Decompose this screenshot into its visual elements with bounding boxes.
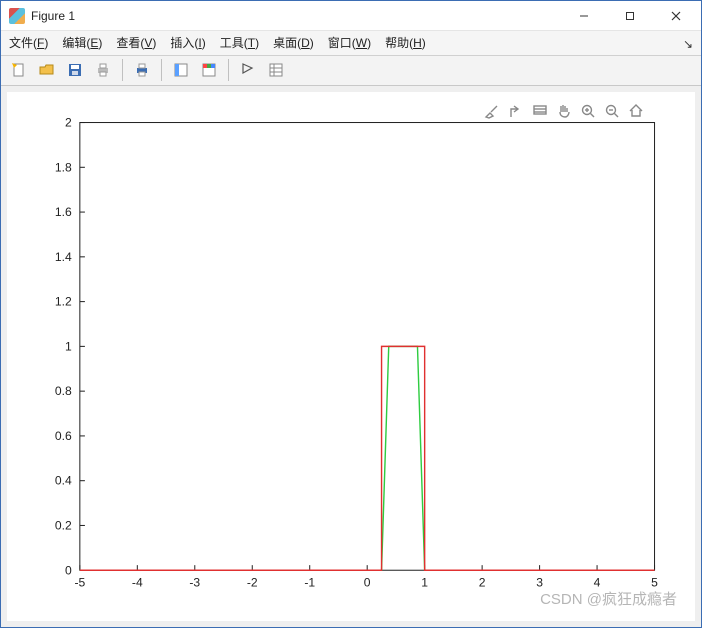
svg-text:1.4: 1.4 bbox=[55, 250, 72, 264]
new-figure-button[interactable] bbox=[7, 58, 31, 82]
svg-text:-2: -2 bbox=[247, 575, 258, 589]
svg-text:-4: -4 bbox=[132, 575, 143, 589]
insert-table-button[interactable] bbox=[264, 58, 288, 82]
svg-text:1: 1 bbox=[65, 339, 72, 353]
menubar: 文件(F) 编辑(E) 查看(V) 插入(I) 工具(T) 桌面(D) 窗口(W) 帮助(H)… bbox=[1, 31, 701, 56]
edit-plot-button[interactable] bbox=[236, 58, 260, 82]
minimize-button[interactable] bbox=[561, 1, 607, 31]
menu-f[interactable]: 文件(F) bbox=[9, 34, 48, 51]
open-button[interactable] bbox=[35, 58, 59, 82]
svg-text:2: 2 bbox=[65, 115, 72, 129]
matlab-icon bbox=[9, 8, 25, 24]
print-button[interactable] bbox=[91, 58, 115, 82]
menu-d[interactable]: 桌面(D) bbox=[273, 34, 314, 51]
save-button[interactable] bbox=[63, 58, 87, 82]
menu-v[interactable]: 查看(V) bbox=[116, 34, 156, 51]
svg-text:4: 4 bbox=[594, 575, 601, 589]
pan-icon[interactable] bbox=[555, 102, 573, 120]
svg-text:1.6: 1.6 bbox=[55, 205, 72, 219]
close-button[interactable] bbox=[653, 1, 699, 31]
print-preview-button[interactable] bbox=[130, 58, 154, 82]
svg-text:0: 0 bbox=[364, 575, 371, 589]
figure-window: Figure 1 文件(F) 编辑(E) 查看(V) 插入(I) 工具(T) 桌面(D) 窗… bbox=[0, 0, 702, 628]
menu-h[interactable]: 帮助(H) bbox=[385, 34, 426, 51]
axes-toolbar bbox=[483, 102, 645, 120]
window-controls bbox=[561, 1, 699, 31]
menu-t[interactable]: 工具(T) bbox=[220, 34, 259, 51]
brush-icon[interactable] bbox=[483, 102, 501, 120]
titlebar: Figure 1 bbox=[1, 1, 701, 31]
figure-canvas: -5 -4 -3 -2 -1 0 1 2 3 4 5 0 0.2 0.4 0.6 0.8 1 1.2 1.4 1.6 1… bbox=[7, 92, 695, 621]
link-data-button[interactable] bbox=[169, 58, 193, 82]
home-icon[interactable] bbox=[627, 102, 645, 120]
svg-text:-1: -1 bbox=[304, 575, 315, 589]
colorbar-button[interactable] bbox=[197, 58, 221, 82]
svg-text:1.8: 1.8 bbox=[55, 160, 72, 174]
axes[interactable]: -5 -4 -3 -2 -1 0 1 2 3 4 5 0 0.2 0.4 0.6 0.8 1 1.2 1.4 1.6 1… bbox=[7, 92, 695, 621]
menu-e[interactable]: 编辑(E) bbox=[62, 34, 102, 51]
svg-text:1.2: 1.2 bbox=[55, 295, 72, 309]
menu-i[interactable]: 插入(I) bbox=[170, 34, 205, 51]
svg-text:-3: -3 bbox=[189, 575, 200, 589]
svg-text:0.2: 0.2 bbox=[55, 518, 72, 532]
maximize-button[interactable] bbox=[607, 1, 653, 31]
svg-text:0.4: 0.4 bbox=[55, 474, 72, 488]
svg-text:5: 5 bbox=[651, 575, 658, 589]
figure-canvas-wrap: -5 -4 -3 -2 -1 0 1 2 3 4 5 0 0.2 0.4 0.6 0.8 1 1.2 1.4 1.6 1… bbox=[1, 86, 701, 627]
svg-text:2: 2 bbox=[479, 575, 486, 589]
menu-w[interactable]: 窗口(W) bbox=[328, 34, 371, 51]
data-tips-icon[interactable] bbox=[531, 102, 549, 120]
toolbar bbox=[1, 56, 701, 86]
svg-text:-5: -5 bbox=[74, 575, 85, 589]
svg-text:0.6: 0.6 bbox=[55, 429, 72, 443]
svg-text:1: 1 bbox=[421, 575, 428, 589]
rotate-icon[interactable] bbox=[507, 102, 525, 120]
svg-text:0.8: 0.8 bbox=[55, 384, 72, 398]
svg-text:0: 0 bbox=[65, 563, 72, 577]
zoom-out-icon[interactable] bbox=[603, 102, 621, 120]
svg-text:3: 3 bbox=[536, 575, 543, 589]
window-title: Figure 1 bbox=[31, 9, 75, 23]
menu-overflow-icon[interactable]: ↘ bbox=[683, 37, 693, 51]
zoom-in-icon[interactable] bbox=[579, 102, 597, 120]
